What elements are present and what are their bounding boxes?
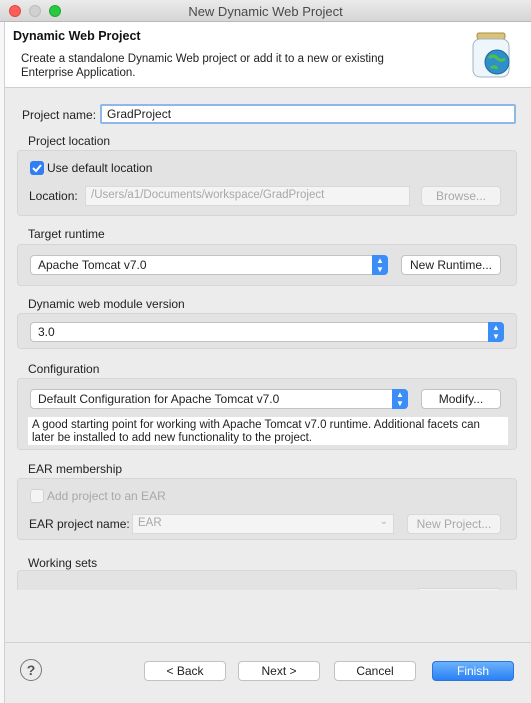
browse-button[interactable]: Browse... bbox=[421, 186, 501, 206]
select-stepper-icon: ▲ ▼ bbox=[372, 255, 388, 275]
module-version-group-label: Dynamic web module version bbox=[28, 297, 185, 311]
use-default-location-label: Use default location bbox=[47, 161, 153, 175]
wizard-header: Dynamic Web Project Create a standalone … bbox=[5, 22, 531, 88]
location-label: Location: bbox=[29, 189, 78, 203]
ear-membership-group-label: EAR membership bbox=[28, 462, 123, 476]
configuration-select[interactable]: Default Configuration for Apache Tomcat … bbox=[30, 389, 408, 409]
working-sets-group-label: Working sets bbox=[28, 556, 98, 570]
web-project-jar-globe-icon bbox=[467, 30, 517, 80]
new-runtime-button[interactable]: New Runtime... bbox=[401, 255, 501, 275]
wizard-title: Dynamic Web Project bbox=[13, 29, 141, 43]
add-to-ear-label: Add project to an EAR bbox=[47, 489, 166, 503]
checkmark-icon bbox=[32, 164, 42, 173]
add-to-ear-checkbox[interactable] bbox=[30, 489, 44, 503]
use-default-location-checkbox[interactable] bbox=[30, 161, 44, 175]
title-bar: New Dynamic Web Project bbox=[0, 0, 531, 22]
new-ear-project-button[interactable]: New Project... bbox=[407, 514, 501, 534]
ear-project-name-select[interactable]: EAR ⌄ bbox=[132, 514, 394, 534]
configuration-value: Default Configuration for Apache Tomcat … bbox=[38, 392, 280, 406]
cancel-button[interactable]: Cancel bbox=[334, 661, 416, 681]
project-name-input[interactable]: GradProject bbox=[100, 104, 516, 124]
window-title: New Dynamic Web Project bbox=[188, 4, 343, 19]
select-stepper-icon: ▲ ▼ bbox=[392, 389, 408, 409]
project-location-group bbox=[17, 150, 517, 216]
ear-project-name-label: EAR project name: bbox=[29, 517, 130, 531]
next-button[interactable]: Next > bbox=[238, 661, 320, 681]
working-sets-group bbox=[17, 570, 517, 590]
working-sets-button-edge bbox=[418, 588, 500, 590]
ear-project-name-value: EAR bbox=[138, 517, 162, 529]
configuration-group-label: Configuration bbox=[28, 362, 100, 376]
target-runtime-select[interactable]: Apache Tomcat v7.0 ▲ ▼ bbox=[30, 255, 388, 275]
footer-separator bbox=[5, 642, 531, 643]
project-name-label: Project name: bbox=[22, 108, 97, 122]
target-runtime-group-label: Target runtime bbox=[28, 227, 105, 241]
target-runtime-value: Apache Tomcat v7.0 bbox=[38, 258, 147, 272]
module-version-select[interactable]: 3.0 ▲ ▼ bbox=[30, 322, 504, 342]
help-icon[interactable]: ? bbox=[20, 659, 42, 681]
chevron-down-icon: ⌄ bbox=[379, 516, 388, 527]
location-input[interactable]: /Users/a1/Documents/workspace/GradProjec… bbox=[85, 186, 410, 206]
configuration-description: A good starting point for working with A… bbox=[28, 417, 508, 445]
wizard-description: Create a standalone Dynamic Web project … bbox=[21, 53, 384, 79]
modify-button[interactable]: Modify... bbox=[421, 389, 501, 409]
project-location-group-label: Project location bbox=[28, 134, 111, 148]
select-stepper-icon: ▲ ▼ bbox=[488, 322, 504, 342]
back-button[interactable]: < Back bbox=[144, 661, 226, 681]
background-window-edge bbox=[0, 22, 5, 703]
finish-button[interactable]: Finish bbox=[432, 661, 514, 681]
module-version-value: 3.0 bbox=[38, 325, 55, 339]
